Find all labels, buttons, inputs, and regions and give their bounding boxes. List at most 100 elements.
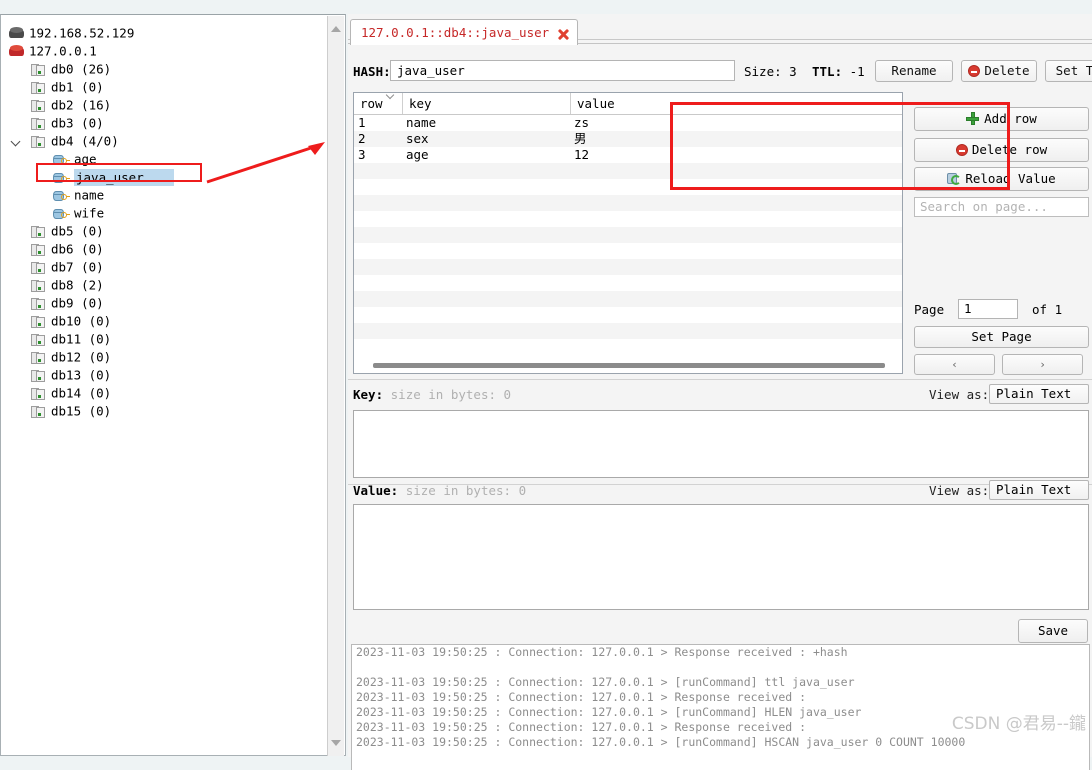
tree-item-db5[interactable]: db5 (0) bbox=[1, 222, 329, 240]
watermark: CSDN @君易--鑨 bbox=[951, 714, 1086, 734]
console-log[interactable]: 2023-11-03 19:50:25 : Connection: 127.0.… bbox=[351, 644, 1090, 770]
page-label: Page bbox=[914, 302, 945, 317]
tree-item-192.168.52.129[interactable]: 192.168.52.129 bbox=[1, 24, 329, 42]
database-icon bbox=[31, 117, 46, 131]
delete-button[interactable]: Delete bbox=[961, 60, 1037, 82]
tree-item-label: 127.0.0.1 bbox=[29, 43, 97, 59]
tab-label: 127.0.0.1::db4::java_user bbox=[361, 25, 550, 40]
database-icon bbox=[31, 297, 46, 311]
table-row[interactable] bbox=[354, 275, 902, 291]
tree-item-wife[interactable]: wife bbox=[1, 204, 329, 222]
scroll-down-arrow-icon[interactable] bbox=[331, 740, 341, 746]
next-page-button[interactable]: › bbox=[1002, 354, 1083, 375]
table-row[interactable] bbox=[354, 195, 902, 211]
table-row[interactable] bbox=[354, 163, 902, 179]
key-icon bbox=[53, 189, 70, 203]
database-icon bbox=[31, 81, 46, 95]
tree-item-db2[interactable]: db2 (16) bbox=[1, 96, 329, 114]
database-icon bbox=[31, 351, 46, 365]
table-row[interactable]: 3 age 12 bbox=[354, 147, 902, 163]
tab-bar: 127.0.0.1::db4::java_user bbox=[348, 19, 1092, 46]
hash-fields-table[interactable]: row key value 1 name zs 2 sex 男 3 age 12 bbox=[353, 92, 903, 374]
tree-item-127.0.0.1[interactable]: 127.0.0.1 bbox=[1, 42, 329, 60]
tree-item-db15[interactable]: db15 (0) bbox=[1, 402, 329, 420]
connection-tree-panel: 192.168.52.129 127.0.0.1 db0 (26) db1 (0) db… bbox=[0, 14, 346, 756]
table-hscroll-thumb[interactable] bbox=[373, 363, 885, 368]
table-row[interactable] bbox=[354, 227, 902, 243]
database-icon bbox=[31, 135, 46, 149]
tree-item-label: db9 (0) bbox=[51, 295, 104, 311]
tree-item-db7[interactable]: db7 (0) bbox=[1, 258, 329, 276]
tree-vertical-scrollbar[interactable] bbox=[327, 16, 344, 756]
table-row[interactable]: 1 name zs bbox=[354, 115, 902, 131]
delete-row-button[interactable]: Delete row bbox=[914, 138, 1089, 162]
tree-item-db12[interactable]: db12 (0) bbox=[1, 348, 329, 366]
tree-item-db8[interactable]: db8 (2) bbox=[1, 276, 329, 294]
tree-item-label: db15 (0) bbox=[51, 403, 112, 419]
hash-key-input[interactable]: java_user bbox=[390, 60, 735, 81]
connection-tree[interactable]: 192.168.52.129 127.0.0.1 db0 (26) db1 (0) db… bbox=[1, 15, 329, 755]
close-icon[interactable] bbox=[557, 28, 570, 40]
tree-item-db13[interactable]: db13 (0) bbox=[1, 366, 329, 384]
server-red-icon bbox=[9, 45, 24, 58]
add-row-button[interactable]: Add row bbox=[914, 107, 1089, 131]
database-icon bbox=[31, 387, 46, 401]
column-header-value[interactable]: value bbox=[570, 93, 900, 114]
table-row[interactable] bbox=[354, 307, 902, 323]
tree-item-db4[interactable]: db4 (4/0) bbox=[1, 132, 329, 150]
table-cell-row: 3 bbox=[358, 147, 366, 162]
plus-icon bbox=[966, 112, 980, 125]
reload-icon bbox=[947, 172, 962, 185]
table-cell-key: name bbox=[406, 115, 437, 130]
tree-item-label: db0 (26) bbox=[51, 61, 112, 77]
rename-button[interactable]: Rename bbox=[875, 60, 953, 82]
page-number-input[interactable]: 1 bbox=[958, 299, 1018, 319]
tree-item-label: db1 (0) bbox=[51, 79, 104, 95]
tree-item-label: db5 (0) bbox=[51, 223, 104, 239]
tree-item-db1[interactable]: db1 (0) bbox=[1, 78, 329, 96]
database-icon bbox=[31, 369, 46, 383]
tree-item-db11[interactable]: db11 (0) bbox=[1, 330, 329, 348]
table-row[interactable] bbox=[354, 259, 902, 275]
tree-item-java_user[interactable]: java_user bbox=[1, 168, 329, 186]
value-textarea[interactable] bbox=[353, 504, 1089, 610]
scroll-up-arrow-icon[interactable] bbox=[331, 26, 341, 32]
tree-item-label: db13 (0) bbox=[51, 367, 112, 383]
key-textarea[interactable] bbox=[353, 410, 1089, 478]
table-row[interactable] bbox=[354, 323, 902, 339]
tree-item-db3[interactable]: db3 (0) bbox=[1, 114, 329, 132]
tree-item-db14[interactable]: db14 (0) bbox=[1, 384, 329, 402]
search-on-page-input[interactable]: Search on page... bbox=[914, 197, 1089, 217]
table-row[interactable] bbox=[354, 211, 902, 227]
tree-scrollbar-thumb[interactable] bbox=[329, 34, 342, 734]
tree-item-name[interactable]: name bbox=[1, 186, 329, 204]
tree-item-db9[interactable]: db9 (0) bbox=[1, 294, 329, 312]
table-row[interactable]: 2 sex 男 bbox=[354, 131, 902, 147]
key-icon bbox=[53, 207, 70, 221]
table-cell-key: age bbox=[406, 147, 429, 162]
ttl-label: TTL: -1 bbox=[812, 64, 865, 79]
table-row[interactable] bbox=[354, 291, 902, 307]
key-view-as-select[interactable]: Plain Text bbox=[989, 384, 1089, 404]
tab-java-user[interactable]: 127.0.0.1::db4::java_user bbox=[350, 19, 579, 45]
tree-item-db10[interactable]: db10 (0) bbox=[1, 312, 329, 330]
delete-button-label: Delete bbox=[984, 63, 1030, 78]
log-line: 2023-11-03 19:50:25 : Connection: 127.0.… bbox=[356, 735, 966, 749]
save-button[interactable]: Save bbox=[1018, 619, 1088, 643]
chevron-down-icon[interactable] bbox=[12, 136, 22, 146]
set-ttl-button[interactable]: Set TTL bbox=[1045, 60, 1092, 82]
previous-page-button[interactable]: ‹ bbox=[914, 354, 995, 375]
tree-item-age[interactable]: age bbox=[1, 150, 329, 168]
server-dark-icon bbox=[9, 27, 24, 40]
table-horizontal-scrollbar[interactable] bbox=[355, 359, 901, 371]
table-row[interactable] bbox=[354, 243, 902, 259]
tree-item-db0[interactable]: db0 (26) bbox=[1, 60, 329, 78]
log-line: 2023-11-03 19:50:25 : Connection: 127.0.… bbox=[356, 690, 807, 704]
column-header-key[interactable]: key bbox=[402, 93, 570, 114]
reload-value-button[interactable]: Reload Value bbox=[914, 167, 1089, 191]
tree-item-db6[interactable]: db6 (0) bbox=[1, 240, 329, 258]
log-lines: 2023-11-03 19:50:25 : Connection: 127.0.… bbox=[352, 645, 1089, 750]
value-view-as-select[interactable]: Plain Text bbox=[989, 480, 1089, 500]
set-page-button[interactable]: Set Page bbox=[914, 326, 1089, 348]
table-row[interactable] bbox=[354, 179, 902, 195]
